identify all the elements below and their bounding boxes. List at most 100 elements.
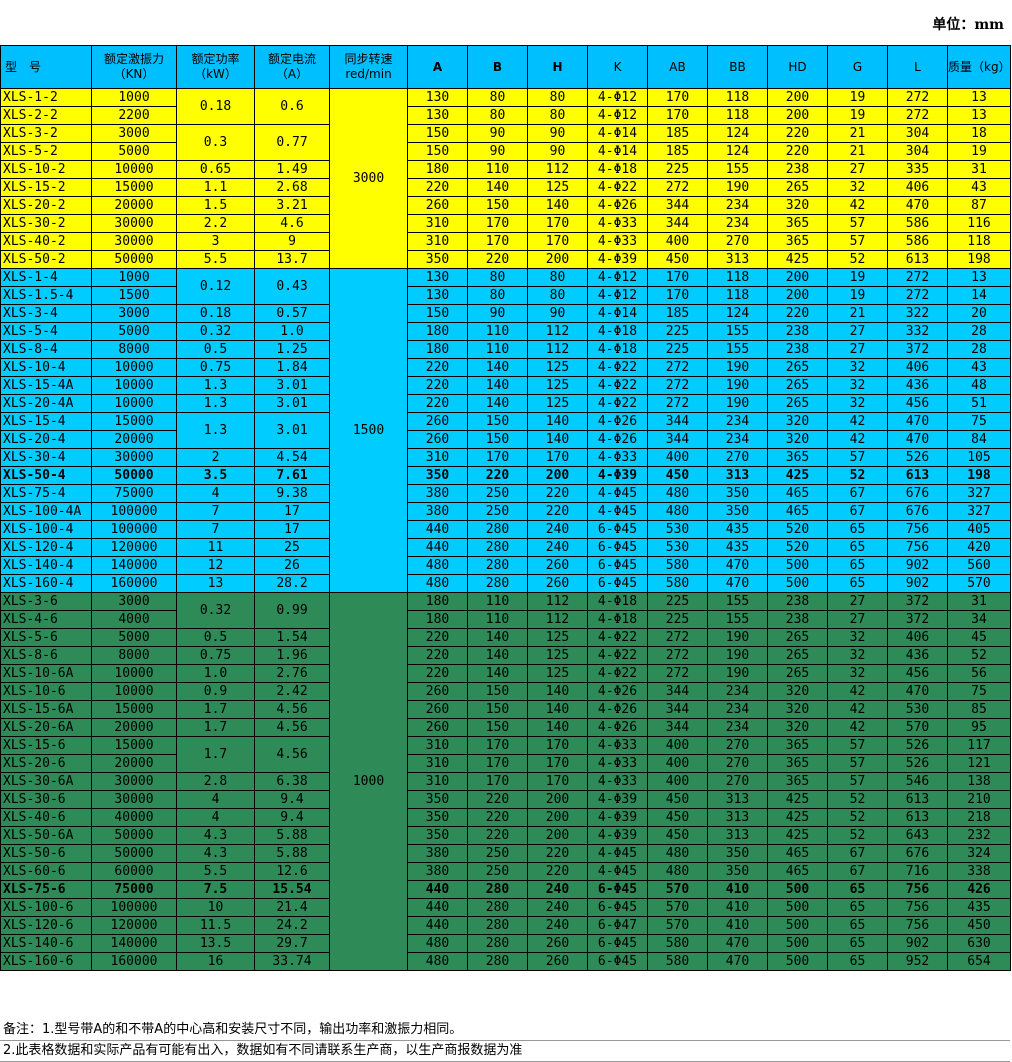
k-cell: 4-Φ39 bbox=[587, 250, 648, 269]
ab-cell: 450 bbox=[647, 826, 708, 845]
a-cell: 480 bbox=[407, 556, 468, 575]
force-cell: 10000 bbox=[91, 358, 177, 377]
a-cell: 180 bbox=[407, 610, 468, 629]
h-cell: 112 bbox=[527, 322, 588, 341]
model-cell: XLS-120-4 bbox=[0, 538, 92, 557]
bb-cell: 234 bbox=[707, 214, 768, 233]
force-cell: 100000 bbox=[91, 898, 177, 917]
g-cell: 57 bbox=[827, 448, 888, 467]
header-g: G bbox=[827, 45, 888, 89]
l-cell: 756 bbox=[887, 916, 948, 935]
model-cell: XLS-1-4 bbox=[0, 268, 92, 287]
mass-cell: 570 bbox=[947, 574, 1011, 593]
notes: 备注：1.型号带A的和不带A的中心高和安装尺寸不同，输出功率和激振力相同。 2.… bbox=[0, 1020, 1010, 1062]
ab-cell: 580 bbox=[647, 556, 708, 575]
power-cell: 0.32 bbox=[176, 322, 255, 341]
ab-cell: 400 bbox=[647, 448, 708, 467]
table-row: XLS-15-6 15000 1.7 4.56 310 170 170 4-Φ33 400 270… bbox=[0, 736, 1011, 773]
bb-cell: 190 bbox=[707, 664, 768, 683]
b-cell: 90 bbox=[467, 124, 528, 143]
force-cell: 50000 bbox=[91, 844, 177, 863]
bb-cell: 190 bbox=[707, 376, 768, 395]
model-cell: XLS-20-4A bbox=[0, 394, 92, 413]
mass-cell: 210 bbox=[947, 790, 1011, 809]
l-cell: 902 bbox=[887, 556, 948, 575]
g-cell: 32 bbox=[827, 178, 888, 197]
a-cell: 440 bbox=[407, 898, 468, 917]
mass-cell: 218 bbox=[947, 808, 1011, 827]
header-l: L bbox=[887, 45, 948, 89]
a-cell: 440 bbox=[407, 880, 468, 899]
h-cell: 200 bbox=[527, 826, 588, 845]
b-cell: 110 bbox=[467, 160, 528, 179]
current-cell: 3.01 bbox=[254, 376, 330, 395]
k-cell: 4-Φ26 bbox=[587, 412, 648, 431]
hd-cell: 465 bbox=[767, 502, 828, 521]
power-cell: 1.7 bbox=[176, 736, 255, 773]
l-cell: 530 bbox=[887, 700, 948, 719]
table-row: XLS-10-2 10000 0.65 1.49 180 110 112 4-Φ18 225 15… bbox=[0, 160, 1011, 179]
table-row: XLS-30-6 30000 4 9.4 350 220 200 4-Φ39 450 313 425… bbox=[0, 790, 1011, 809]
k-cell: 4-Φ33 bbox=[587, 754, 648, 773]
ab-cell: 400 bbox=[647, 754, 708, 773]
a-cell: 220 bbox=[407, 628, 468, 647]
model-cell: XLS-5-4 bbox=[0, 322, 92, 341]
a-cell: 220 bbox=[407, 358, 468, 377]
b-cell: 170 bbox=[467, 772, 528, 791]
current-cell: 21.4 bbox=[254, 898, 330, 917]
ab-cell: 530 bbox=[647, 538, 708, 557]
mass-cell: 45 bbox=[947, 628, 1011, 647]
bb-cell: 350 bbox=[707, 862, 768, 881]
force-cell: 75000 bbox=[91, 880, 177, 899]
ab-cell: 272 bbox=[647, 376, 708, 395]
k-cell: 4-Φ39 bbox=[587, 790, 648, 809]
hd-cell: 425 bbox=[767, 826, 828, 845]
table-row: XLS-8-4 8000 0.5 1.25 180 110 112 4-Φ18 225 155 23… bbox=[0, 340, 1011, 359]
g-cell: 65 bbox=[827, 934, 888, 953]
b-cell: 280 bbox=[467, 520, 528, 539]
k-cell: 4-Φ33 bbox=[587, 736, 648, 755]
model-cell: XLS-160-6 bbox=[0, 952, 92, 971]
g-cell: 52 bbox=[827, 808, 888, 827]
b-cell: 220 bbox=[467, 790, 528, 809]
model-cell: XLS-100-6 bbox=[0, 898, 92, 917]
hd-cell: 500 bbox=[767, 916, 828, 935]
table-row: XLS-20-6 20000 310 170 170 4-Φ33 400 270 365 57 52… bbox=[0, 754, 1011, 773]
g-cell: 52 bbox=[827, 466, 888, 485]
hd-cell: 320 bbox=[767, 412, 828, 431]
a-cell: 180 bbox=[407, 160, 468, 179]
bb-cell: 155 bbox=[707, 160, 768, 179]
mass-cell: 34 bbox=[947, 610, 1011, 629]
ab-cell: 225 bbox=[647, 592, 708, 611]
model-cell: XLS-15-4A bbox=[0, 376, 92, 395]
model-cell: XLS-3-2 bbox=[0, 124, 92, 143]
mass-cell: 31 bbox=[947, 592, 1011, 611]
current-cell: 3.01 bbox=[254, 412, 330, 449]
b-cell: 280 bbox=[467, 880, 528, 899]
k-cell: 4-Φ22 bbox=[587, 646, 648, 665]
power-cell: 11 bbox=[176, 538, 255, 557]
k-cell: 4-Φ26 bbox=[587, 700, 648, 719]
b-cell: 140 bbox=[467, 646, 528, 665]
current-cell: 4.56 bbox=[254, 700, 330, 719]
mass-cell: 75 bbox=[947, 682, 1011, 701]
k-cell: 4-Φ39 bbox=[587, 466, 648, 485]
table-row: XLS-140-6 140000 13.5 29.7 480 280 260 6-Φ45 580… bbox=[0, 934, 1011, 953]
ab-cell: 450 bbox=[647, 466, 708, 485]
header-ab: AB bbox=[647, 45, 708, 89]
ab-cell: 170 bbox=[647, 106, 708, 125]
l-cell: 304 bbox=[887, 142, 948, 161]
mass-cell: 84 bbox=[947, 430, 1011, 449]
model-cell: XLS-20-4 bbox=[0, 430, 92, 449]
a-cell: 220 bbox=[407, 178, 468, 197]
g-cell: 67 bbox=[827, 502, 888, 521]
k-cell: 4-Φ39 bbox=[587, 808, 648, 827]
k-cell: 6-Φ45 bbox=[587, 952, 648, 971]
hd-cell: 200 bbox=[767, 106, 828, 125]
g-cell: 52 bbox=[827, 250, 888, 269]
hd-cell: 500 bbox=[767, 880, 828, 899]
current-cell: 4.6 bbox=[254, 214, 330, 233]
power-cell: 11.5 bbox=[176, 916, 255, 935]
hd-cell: 220 bbox=[767, 142, 828, 161]
b-cell: 110 bbox=[467, 592, 528, 611]
